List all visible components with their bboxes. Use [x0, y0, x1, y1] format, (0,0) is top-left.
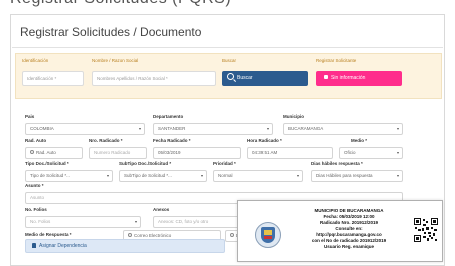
- subtipo-select[interactable]: SubTipo de Solicitud *... ▾: [119, 170, 207, 182]
- folios-select[interactable]: No. Folios ▾: [25, 216, 141, 228]
- radicado-receipt: MUNICIPIO DE BUCARAMANGA Fecha: 05/03/20…: [237, 200, 443, 262]
- page-header-text: Registrar Solicitudes (PQRS): [10, 0, 231, 8]
- receipt-line: Usuario Reg. enamique: [323, 244, 374, 249]
- municipio-value: BUCARAMANGA: [288, 126, 324, 131]
- folios-value: No. Folios: [30, 219, 51, 224]
- rad-auto-radio[interactable]: [30, 150, 34, 154]
- identificacion-label: Identificación: [22, 58, 49, 63]
- chevron-down-icon: ▾: [138, 126, 141, 131]
- departamento-select[interactable]: SANTANDER ▾: [153, 123, 273, 135]
- building-icon: [32, 243, 36, 248]
- medio-select[interactable]: Oficio ▾: [339, 147, 403, 159]
- dias-label: Dias hábiles respuesta *: [311, 161, 363, 166]
- chevron-down-icon: ▾: [266, 126, 269, 131]
- registrar-button-label: Sin información: [331, 75, 366, 81]
- dias-value: Dias Hábiles para respuesta: [316, 173, 373, 178]
- rad-auto-text: Rad. Auto: [36, 150, 56, 155]
- asignar-button-label: Asignar Dependencia: [39, 243, 87, 249]
- municipio-label: Municipio: [283, 114, 304, 119]
- pais-label: Pais: [25, 114, 35, 119]
- chevron-down-icon: ▾: [396, 150, 399, 155]
- prioridad-value: Normal: [218, 173, 233, 178]
- anexos-label: Anexos: [153, 207, 170, 212]
- asunto-label: Asunto *: [25, 183, 44, 188]
- dir-radio[interactable]: [230, 233, 234, 237]
- medio-respuesta-label: Medio de Respuesta *: [25, 232, 72, 237]
- correo-radio[interactable]: [128, 233, 132, 237]
- buscar-label: Buscar: [222, 58, 237, 63]
- hora-radicado-label: Hora Radicado *: [247, 138, 282, 143]
- chevron-down-icon: ▾: [134, 219, 137, 224]
- medio-label: Medio *: [351, 138, 368, 143]
- qr-code-icon: [414, 218, 438, 242]
- search-icon: [227, 73, 234, 80]
- page-title: Registrar Solicitudes / Documento: [20, 25, 202, 39]
- dias-select[interactable]: Dias Hábiles para respuesta ▾: [311, 170, 403, 182]
- tipo-doc-label: Tipo Doc./Solicitud *: [25, 161, 69, 166]
- municipio-select[interactable]: BUCARAMANGA ▾: [283, 123, 403, 135]
- correo-option-label: Correo Electrónico: [134, 233, 172, 238]
- nro-radicado-label: Nro. Radicado *: [89, 138, 123, 143]
- folios-label: No. Folios: [25, 207, 47, 212]
- tipo-doc-select[interactable]: Tipo de Solicitud *... ▾: [25, 170, 113, 182]
- pais-select[interactable]: COLOMBIA ▾: [25, 123, 145, 135]
- nombre-label: Nombre / Razon Social: [92, 58, 139, 63]
- receipt-text: MUNICIPIO DE BUCARAMANGA Fecha: 05/03/20…: [293, 208, 405, 250]
- hora-radicado-input[interactable]: 04:39:51 AM: [247, 147, 333, 159]
- fecha-radicado-label: Fecha Radicado *: [153, 138, 191, 143]
- rad-auto-toggle[interactable]: Rad. Auto: [25, 147, 83, 159]
- departamento-value: SANTANDER: [158, 126, 186, 131]
- registrar-label: Registrar Solicitante: [316, 58, 357, 63]
- search-band: Identificación Identificación * Nombre /…: [15, 53, 442, 99]
- pais-value: COLOMBIA: [30, 126, 54, 131]
- identificacion-input[interactable]: Identificación *: [22, 71, 84, 86]
- chevron-down-icon: ▾: [106, 173, 109, 178]
- subtipo-label: SubTipo Doc./Solicitud *: [119, 161, 172, 166]
- prioridad-label: Prioridad *: [213, 161, 236, 166]
- registrar-solicitante-button[interactable]: Sin información: [316, 71, 402, 86]
- municipal-seal-icon: [255, 222, 281, 248]
- chevron-down-icon: ▾: [296, 173, 299, 178]
- nombre-input[interactable]: Nombres Apellidos / Razón Social *: [92, 71, 216, 86]
- subtipo-value: SubTipo de Solicitud *...: [124, 173, 172, 178]
- rad-auto-label: Rad. Auto: [25, 138, 47, 143]
- buscar-button-label: Buscar: [237, 75, 253, 81]
- buscar-button[interactable]: Buscar: [222, 71, 308, 86]
- asignar-dependencia-button[interactable]: Asignar Dependencia: [25, 239, 225, 253]
- departamento-label: Departamento: [153, 114, 184, 119]
- page-header-cut: Registrar Solicitudes (PQRS): [0, 0, 455, 14]
- tipo-doc-value: Tipo de Solicitud *...: [30, 173, 70, 178]
- nro-radicado-input[interactable]: Numero Radicado: [89, 147, 147, 159]
- medio-value: Oficio: [344, 150, 356, 155]
- title-divider: [12, 47, 443, 48]
- chevron-down-icon: ▾: [396, 126, 399, 131]
- chevron-down-icon: ▾: [396, 173, 399, 178]
- chevron-down-icon: ▾: [200, 173, 203, 178]
- prioridad-select[interactable]: Normal ▾: [213, 170, 303, 182]
- fecha-radicado-input[interactable]: 05/03/2019: [153, 147, 241, 159]
- user-plus-icon: [324, 75, 328, 79]
